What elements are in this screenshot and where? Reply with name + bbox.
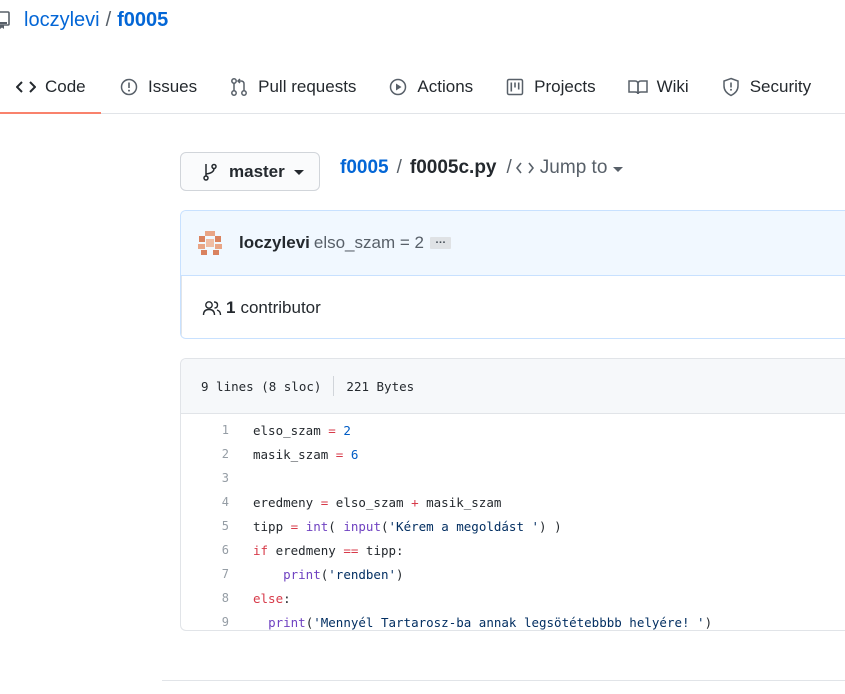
play-icon [388, 77, 408, 97]
file-line-count: 9 lines (8 sloc) [201, 378, 322, 394]
issue-opened-icon [119, 77, 139, 97]
breadcrumb-repo-link[interactable]: f0005 [340, 157, 389, 179]
line-code: masik_szam = 6 [253, 446, 359, 462]
git-branch-icon [201, 163, 219, 181]
jump-to-button[interactable]: Jump to [515, 157, 624, 179]
git-pull-request-icon [229, 77, 249, 97]
repo-icon [0, 11, 10, 29]
repo-separator: / [105, 8, 112, 31]
line-code: else: [253, 590, 291, 606]
line-code: tipp = int( input('Kérem a megoldást ') … [253, 518, 562, 534]
breadcrumb-file-name: f0005c.py [409, 157, 497, 178]
file-info-divider [333, 376, 335, 396]
line-number[interactable]: 7 [181, 567, 229, 581]
repo-nav: Code Issues Pull requests Actions Projec… [0, 60, 845, 114]
commit-author-link[interactable]: loczylevi [239, 233, 310, 253]
breadcrumb-separator: / [396, 157, 402, 178]
tab-code[interactable]: Code [0, 60, 101, 114]
book-icon [627, 77, 648, 97]
code-line: 1 elso_szam = 2 [181, 418, 845, 442]
repo-name-link[interactable]: f0005 [117, 9, 168, 32]
line-number[interactable]: 8 [181, 591, 229, 605]
code-line: 8 else: [181, 586, 845, 610]
tab-wiki[interactable]: Wiki [612, 60, 705, 113]
shield-icon [721, 77, 741, 97]
commit-message-link[interactable]: elso_szam = 2 [314, 233, 424, 253]
breadcrumb-separator-2: / [506, 157, 512, 178]
file-info-bar: 9 lines (8 sloc) 221 Bytes [181, 359, 845, 414]
tab-code-label: Code [45, 76, 86, 96]
line-number[interactable]: 1 [181, 423, 229, 437]
code-body: 1 elso_szam = 2 2 masik_szam = 6 3 4 eredmeny … [181, 414, 845, 630]
chevron-down-icon [293, 170, 304, 175]
line-number[interactable]: 3 [181, 471, 229, 485]
tab-issues-label: Issues [148, 76, 198, 96]
repo-owner-link[interactable]: loczylevi [24, 9, 100, 32]
code-icon [16, 77, 36, 97]
tab-projects[interactable]: Projects [489, 60, 611, 113]
line-code: print('Mennyél Tartarosz-ba annak legsöt… [268, 614, 713, 630]
tab-pull-requests-label: Pull requests [258, 76, 357, 96]
latest-commit: loczylevi elso_szam = 2 … [181, 211, 845, 276]
branch-select-button[interactable]: master [180, 152, 320, 191]
tab-actions-label: Actions [417, 76, 474, 96]
footer-divider [162, 680, 845, 681]
line-code: elso_szam = 2 [253, 422, 351, 438]
line-code: eredmeny = elso_szam + masik_szam [253, 494, 502, 510]
breadcrumb: f0005 / f0005c.py / Jump to [340, 156, 624, 180]
code-line: 6 if eredmeny == tipp: [181, 538, 845, 562]
contributor-count: 1 [226, 297, 236, 317]
tab-projects-label: Projects [534, 76, 596, 96]
line-code: print('rendben') [283, 566, 404, 582]
tab-wiki-label: Wiki [656, 76, 689, 96]
line-number[interactable]: 5 [181, 519, 229, 533]
code-icon [515, 162, 534, 174]
code-line: 5 tipp = int( input('Kérem a megoldást ')… [181, 514, 845, 538]
contributors-row[interactable]: 1 contributor [181, 276, 845, 338]
file-size: 221 Bytes [346, 378, 415, 394]
tab-issues[interactable]: Issues [103, 60, 213, 113]
tab-actions[interactable]: Actions [372, 60, 489, 113]
line-number[interactable]: 9 [181, 615, 229, 629]
line-number[interactable]: 6 [181, 543, 229, 557]
people-icon [202, 299, 222, 317]
tab-pull-requests[interactable]: Pull requests [213, 60, 372, 113]
tab-security[interactable]: Security [705, 60, 827, 113]
branch-name: master [229, 161, 285, 181]
file-viewer: 9 lines (8 sloc) 221 Bytes 1 elso_szam = … [180, 358, 845, 631]
code-line: 2 masik_szam = 6 [181, 442, 845, 466]
project-icon [505, 77, 525, 97]
jump-to-label: Jump to [539, 157, 608, 178]
contributor-label: contributor [240, 297, 321, 317]
avatar[interactable] [197, 230, 223, 256]
line-number[interactable]: 2 [181, 447, 229, 461]
repo-header: loczylevi / f0005 [0, 4, 168, 36]
latest-commit-box: loczylevi elso_szam = 2 … 1 contributor [180, 210, 845, 339]
code-line: 7 print('rendben') [181, 562, 845, 586]
chevron-down-icon [613, 166, 624, 172]
code-line: 9 print('Mennyél Tartarosz-ba annak legs… [181, 610, 845, 630]
line-number[interactable]: 4 [181, 495, 229, 509]
tab-security-label: Security [749, 76, 812, 96]
code-line: 4 eredmeny = elso_szam + masik_szam [181, 490, 845, 514]
line-code: if eredmeny == tipp: [253, 542, 404, 558]
expand-commit-button[interactable]: … [429, 235, 451, 249]
code-line: 3 [181, 466, 845, 490]
